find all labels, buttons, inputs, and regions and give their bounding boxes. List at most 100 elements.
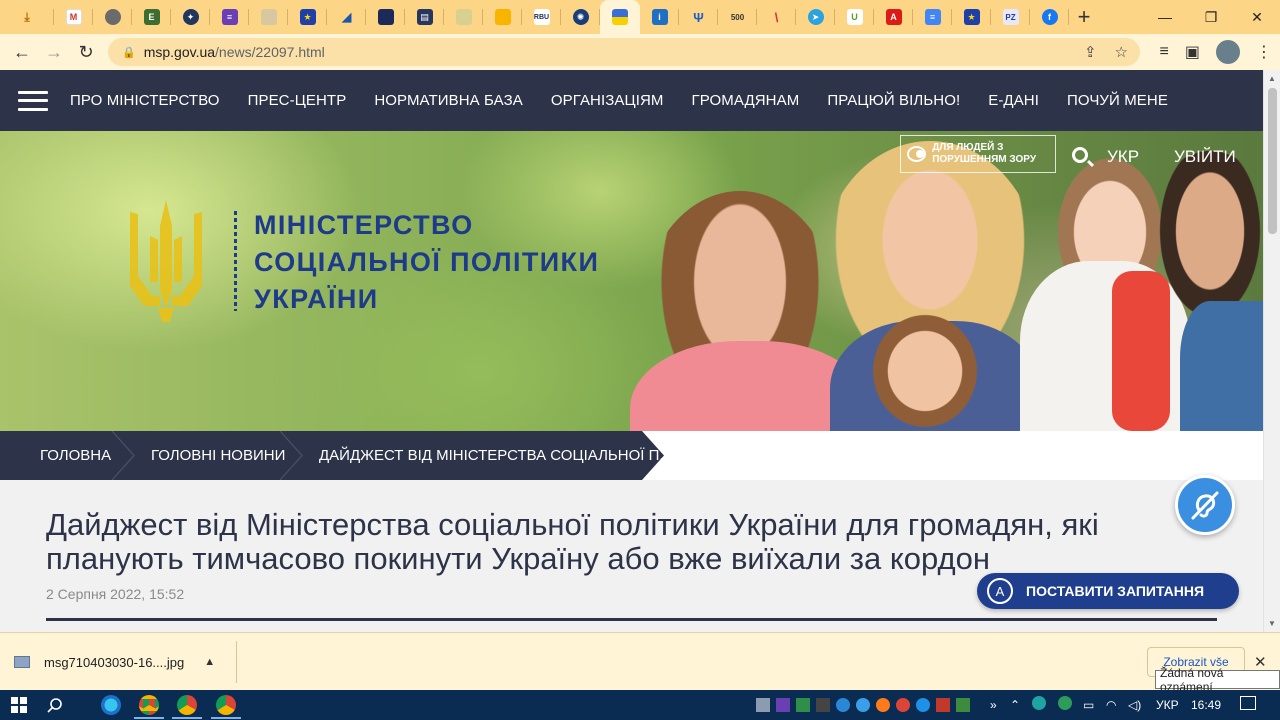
- nav-item-citizens[interactable]: ГРОМАДЯНАМ: [692, 92, 800, 109]
- visually-impaired-button[interactable]: ДЛЯ ЛЮДЕЙ З ПОРУШЕННЯМ ЗОРУ: [900, 135, 1056, 173]
- tab-rbu[interactable]: RBU: [522, 0, 561, 34]
- browser-tab-strip: ⤓ M E ✦ ≡ ★ ◢ ▤ RBU ✺ i Ψ 500 \ ➤ U A ≡ …: [0, 0, 1280, 34]
- share-icon[interactable]: ⇪: [1084, 43, 1097, 61]
- hamburger-menu-icon[interactable]: [18, 90, 48, 111]
- tab-angular[interactable]: A: [874, 0, 913, 34]
- chrome-icon[interactable]: [216, 695, 236, 715]
- tab-e[interactable]: E: [132, 0, 171, 34]
- tab-nato[interactable]: ✦: [171, 0, 210, 34]
- tab-telegram[interactable]: ➤: [796, 0, 835, 34]
- page-scrollbar[interactable]: ▲ ▼: [1263, 70, 1280, 632]
- tray-app-icon[interactable]: [816, 698, 830, 712]
- scroll-up-icon[interactable]: ▲: [1268, 74, 1276, 83]
- volume-icon[interactable]: ◁): [1128, 696, 1141, 714]
- tab-cd[interactable]: ✺: [561, 0, 600, 34]
- download-item[interactable]: msg710403030-16....jpg ▲: [14, 649, 215, 675]
- show-hidden-icons[interactable]: ⌃: [1010, 696, 1020, 714]
- notifications-icon[interactable]: [1240, 696, 1256, 710]
- tab-u[interactable]: U: [835, 0, 874, 34]
- logo-divider: [234, 211, 237, 311]
- tab-globe[interactable]: [93, 0, 132, 34]
- firefox-icon[interactable]: [876, 698, 890, 712]
- tab-eu[interactable]: ★: [288, 0, 327, 34]
- tab-list[interactable]: ≡: [210, 0, 249, 34]
- breadcrumb-main-news[interactable]: ГОЛОВНІ НОВИНИ: [151, 431, 285, 480]
- ie-icon[interactable]: [916, 698, 930, 712]
- tab-500[interactable]: 500: [718, 0, 757, 34]
- chrome-icon[interactable]: [139, 695, 159, 715]
- more-menu-icon[interactable]: ⋮: [1256, 42, 1272, 62]
- tab-v[interactable]: \: [757, 0, 796, 34]
- nav-item-e-data[interactable]: Е-ДАНІ: [988, 92, 1039, 109]
- bookmark-star-icon[interactable]: ☆: [1115, 43, 1128, 61]
- taskbar-clock[interactable]: 16:49: [1191, 696, 1221, 714]
- tray-app-icon[interactable]: [936, 698, 950, 712]
- side-panel-icon[interactable]: ▣: [1185, 42, 1200, 62]
- tab-doc[interactable]: [249, 0, 288, 34]
- tray-app-icon[interactable]: [836, 698, 850, 712]
- tab-eu2[interactable]: ★: [952, 0, 991, 34]
- emblem-round-icon: ✺: [572, 9, 589, 25]
- list-icon: ≡: [221, 9, 238, 25]
- tab-yellow[interactable]: [444, 0, 483, 34]
- tab-pz[interactable]: PZ: [991, 0, 1030, 34]
- nav-item-organizations[interactable]: ОРГАНІЗАЦІЯМ: [551, 92, 664, 109]
- windows-start-icon[interactable]: [11, 697, 27, 713]
- nav-item-press[interactable]: ПРЕС-ЦЕНТР: [248, 92, 347, 109]
- tab-trident[interactable]: Ψ: [679, 0, 718, 34]
- excel-icon[interactable]: [956, 698, 970, 712]
- chrome-icon[interactable]: [896, 698, 910, 712]
- battery-icon[interactable]: ▭: [1083, 696, 1094, 714]
- tray-expand-icon[interactable]: »: [990, 696, 997, 714]
- new-tab-button[interactable]: +: [1069, 2, 1099, 32]
- tab-flag[interactable]: [483, 0, 522, 34]
- nav-item-hear-me[interactable]: ПОЧУЙ МЕНЕ: [1067, 92, 1168, 109]
- tray-app-icon[interactable]: [796, 698, 810, 712]
- tray-app-icon[interactable]: [856, 698, 870, 712]
- taskbar-language[interactable]: УКР: [1156, 696, 1179, 714]
- tray-b-icon[interactable]: [1032, 696, 1046, 710]
- search-icon[interactable]: [47, 697, 63, 713]
- ear-icon: [1191, 491, 1219, 520]
- tab-gmail[interactable]: M: [54, 0, 93, 34]
- tab-stats[interactable]: ▤: [405, 0, 444, 34]
- article-divider: [46, 618, 1217, 621]
- tab-dark[interactable]: [366, 0, 405, 34]
- login-link[interactable]: УВІЙТИ: [1174, 147, 1236, 167]
- minimize-button[interactable]: —: [1142, 0, 1188, 34]
- ministry-line-1: МІНІСТЕРСТВО: [254, 210, 474, 240]
- scrollbar-thumb[interactable]: [1268, 88, 1277, 234]
- tray-network-app-icon[interactable]: [1058, 696, 1072, 710]
- language-switch[interactable]: УКР: [1107, 147, 1139, 167]
- tray-app-icon[interactable]: [776, 698, 790, 712]
- edge-icon[interactable]: [101, 695, 121, 715]
- tab-facebook[interactable]: f: [1030, 0, 1069, 34]
- tab-msp-active[interactable]: [600, 0, 640, 34]
- address-bar[interactable]: 🔒 msp.gov.ua/news/22097.html ⇪ ☆: [108, 38, 1140, 66]
- ask-question-button[interactable]: A ПОСТАВИТИ ЗАПИТАННЯ: [977, 573, 1239, 609]
- chevron-up-icon[interactable]: ▲: [204, 656, 215, 668]
- tab-i[interactable]: i: [640, 0, 679, 34]
- maximize-button[interactable]: ❐: [1188, 0, 1234, 34]
- nav-item-about[interactable]: ПРО МІНІСТЕРСТВО: [70, 92, 220, 109]
- tab-chart[interactable]: ◢: [327, 0, 366, 34]
- tray-app-icon[interactable]: [756, 698, 770, 712]
- close-icon: ✕: [1251, 8, 1263, 25]
- nav-item-work-free[interactable]: ПРАЦЮЙ ВІЛЬНО!: [827, 92, 960, 109]
- search-icon[interactable]: [1072, 147, 1088, 163]
- reload-button[interactable]: ↻: [70, 36, 102, 68]
- wifi-icon[interactable]: ◠: [1106, 696, 1116, 714]
- nav-item-regulations[interactable]: НОРМАТИВНА БАЗА: [374, 92, 523, 109]
- forward-button[interactable]: →: [38, 36, 70, 68]
- breadcrumb-home[interactable]: ГОЛОВНА: [40, 431, 111, 480]
- back-button[interactable]: ←: [6, 36, 38, 68]
- hearing-accessibility-button[interactable]: [1175, 475, 1235, 535]
- profile-avatar[interactable]: [1216, 40, 1240, 64]
- tab-download[interactable]: ⤓: [0, 0, 54, 34]
- tab-docs[interactable]: ≡: [913, 0, 952, 34]
- media-controls-icon[interactable]: ≡: [1160, 43, 1169, 61]
- trident-icon: Ψ: [693, 9, 704, 25]
- close-window-button[interactable]: ✕: [1234, 0, 1280, 34]
- chrome-icon[interactable]: [177, 695, 197, 715]
- scroll-down-icon[interactable]: ▼: [1268, 619, 1276, 628]
